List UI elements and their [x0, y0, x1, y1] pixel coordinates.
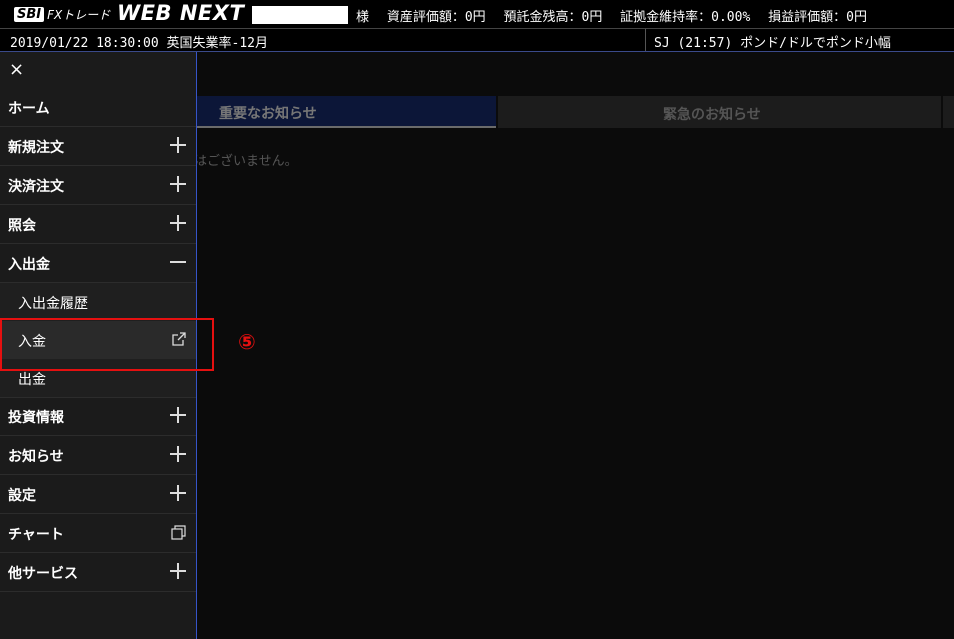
ticker-text: SJ (21:57) ポンド/ドルでポンド小幅 — [654, 36, 891, 51]
sidebar-item-notices[interactable]: お知らせ — [0, 436, 196, 475]
sidebar-item-label: 入出金 — [8, 257, 50, 273]
sidebar-subitem-history[interactable]: 入出金履歴 — [0, 283, 196, 322]
sidebar-item-deposit-withdrawal[interactable]: 入出金 — [0, 244, 196, 283]
top-header: SBI FXトレード WEB NEXT 様 資産評価額：0円 預託金残高：0円 … — [0, 0, 954, 29]
sidebar-item-label: 決済注文 — [8, 179, 64, 195]
plus-icon[interactable] — [170, 563, 186, 579]
notice-tabs: 重要なお知らせ 緊急のお知らせ — [197, 96, 954, 128]
empty-message-text: はございません。 — [197, 154, 298, 169]
minus-icon[interactable] — [170, 254, 186, 270]
plus-icon[interactable] — [170, 215, 186, 231]
close-icon[interactable]: × — [9, 60, 24, 80]
sidebar-item-new-order[interactable]: 新規注文 — [0, 127, 196, 166]
sidebar-item-chart[interactable]: チャート — [0, 514, 196, 553]
sidebar-item-settings[interactable]: 設定 — [0, 475, 196, 514]
sidebar-item-label: お知らせ — [8, 449, 64, 465]
fxtrade-label: FXトレード — [47, 8, 111, 22]
sidebar-item-label: チャート — [8, 527, 64, 543]
plus-icon[interactable] — [170, 176, 186, 192]
sidebar-item-label: 入出金履歴 — [18, 296, 88, 312]
sidebar-item-label: 新規注文 — [8, 140, 64, 156]
plus-icon[interactable] — [170, 485, 186, 501]
sidebar-item-label: 他サービス — [8, 566, 78, 582]
tab-important-notices[interactable]: 重要なお知らせ — [197, 96, 496, 128]
sidebar-item-label: 照会 — [8, 218, 36, 234]
sidebar-item-label: 出金 — [18, 372, 46, 388]
tab-overflow — [943, 96, 954, 128]
sidebar-item-investment-info[interactable]: 投資情報 — [0, 397, 196, 436]
margin-ratio: 証拠金維持率：0.00% — [620, 10, 751, 25]
highlight-box — [0, 318, 214, 371]
sidebar-item-label: ホーム — [8, 101, 50, 117]
pl-valuation: 損益評価額：0円 — [768, 10, 867, 25]
asset-valuation: 資産評価額：0円 — [386, 10, 486, 25]
sidebar-item-settlement-order[interactable]: 決済注文 — [0, 166, 196, 205]
deposit-balance: 預託金残高：0円 — [503, 10, 603, 25]
economic-indicator: 2019/01/22 18:30:00 英国失業率-12月 — [10, 36, 269, 51]
sidebar-item-label: 投資情報 — [8, 410, 64, 426]
info-bar: 2019/01/22 18:30:00 英国失業率-12月 SJ (21:57)… — [0, 29, 954, 52]
plus-icon[interactable] — [170, 446, 186, 462]
tab-label: 緊急のお知らせ — [663, 107, 761, 123]
empty-message: はございません。 — [197, 150, 397, 170]
window-icon — [171, 525, 186, 540]
sbi-logo: SBI FXトレード — [14, 5, 110, 24]
news-ticker[interactable]: SJ (21:57) ポンド/ドルでポンド小幅 — [645, 29, 954, 51]
plus-icon[interactable] — [170, 137, 186, 153]
sidebar-item-home[interactable]: ホーム — [0, 88, 196, 127]
username-box — [252, 6, 348, 24]
step-marker: ⑤ — [238, 330, 256, 354]
tab-urgent-notices[interactable]: 緊急のお知らせ — [498, 96, 941, 128]
honorific: 様 — [356, 10, 370, 25]
tab-label: 重要なお知らせ — [219, 106, 317, 122]
sidebar-item-label: 設定 — [8, 488, 36, 504]
plus-icon[interactable] — [170, 407, 186, 423]
sbi-brand: SBI — [14, 7, 45, 22]
sidebar-item-inquiry[interactable]: 照会 — [0, 205, 196, 244]
product-title: WEB NEXT — [117, 1, 245, 25]
sidebar-item-other-services[interactable]: 他サービス — [0, 553, 196, 592]
account-status: 様 資産評価額：0円 預託金残高：0円 証拠金維持率：0.00% 損益評価額：0… — [356, 6, 877, 25]
